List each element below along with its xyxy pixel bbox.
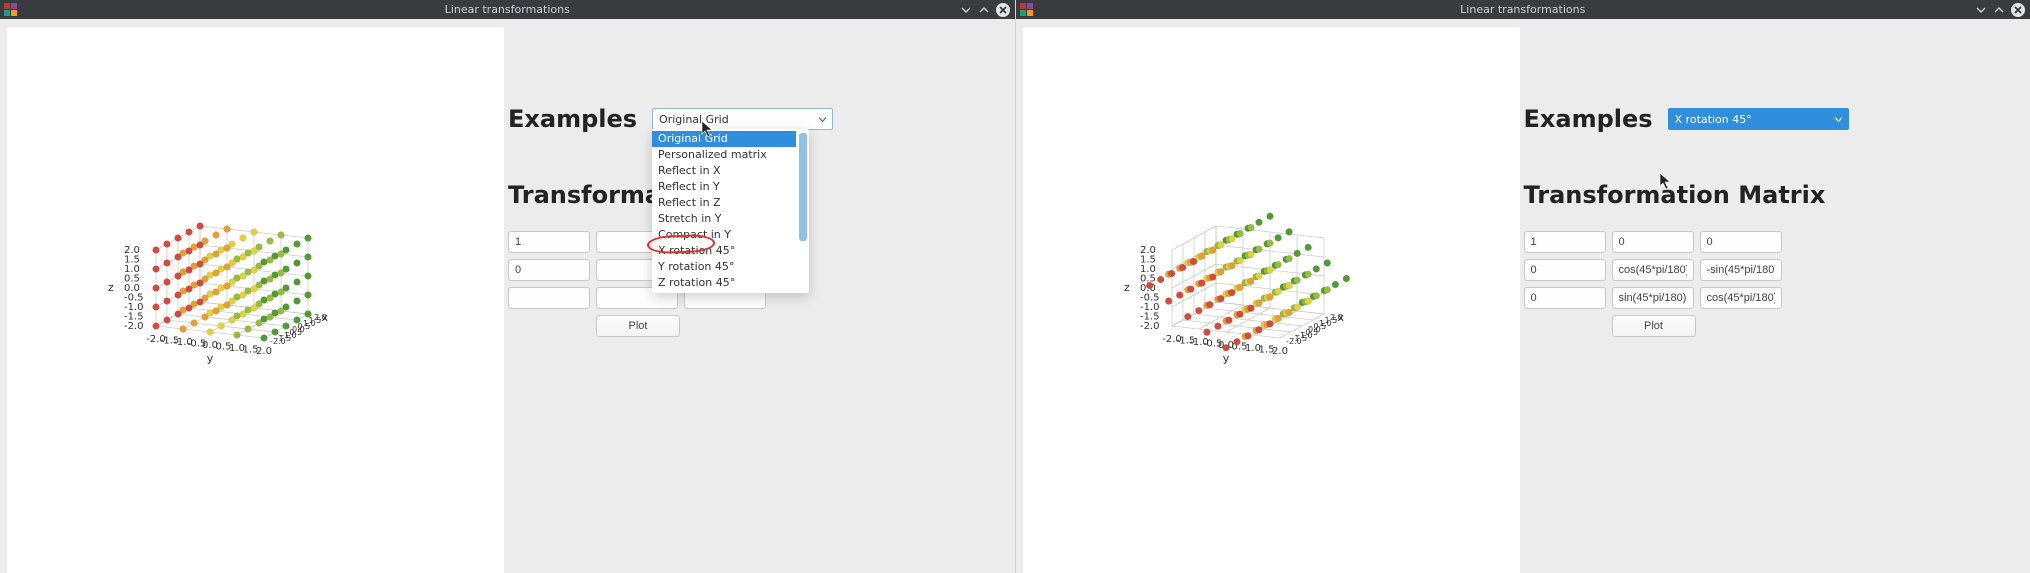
svg-text:2.0: 2.0 (1272, 346, 1288, 357)
plot-3d-rotated: 2.01.51.00.50.0-0.5-1.0-1.5-2.0z-2.0-1.5… (1103, 147, 1423, 417)
svg-text:-2.0: -2.0 (124, 321, 144, 332)
dropdown-item[interactable]: Y rotation 45° (652, 259, 796, 275)
titlebar-right: Linear transformations (1016, 0, 2030, 19)
plot-pane-right: 2.01.51.00.50.0-0.5-1.0-1.5-2.0z-2.0-1.5… (1023, 27, 1520, 573)
window-title: Linear transformations (1016, 3, 2030, 16)
chevron-down-icon (818, 113, 827, 126)
matrix-cell-2-0[interactable] (508, 287, 590, 309)
plot-pane-left: 2.01.51.00.50.0-0.5-1.0-1.5-2.0z-2.0-1.5… (7, 27, 504, 573)
matrix-cell-1-1[interactable] (1612, 259, 1694, 281)
matrix-cell-0-0[interactable] (508, 231, 590, 253)
examples-dropdown: Original GridPersonalized matrixReflect … (652, 129, 809, 293)
dropdown-scrollbar[interactable] (799, 133, 807, 241)
svg-text:z: z (108, 281, 114, 294)
matrix-cell-0-2[interactable] (1700, 231, 1782, 253)
minimize-button[interactable] (960, 4, 972, 16)
examples-label: Examples (508, 105, 637, 133)
svg-text:x: x (322, 311, 329, 324)
examples-combobox[interactable]: Original Grid (652, 108, 833, 130)
dropdown-item[interactable]: X rotation 45° (652, 243, 796, 259)
titlebar-left: Linear transformations (0, 0, 1015, 19)
dropdown-item[interactable]: Original Grid (652, 131, 796, 147)
examples-combobox[interactable]: X rotation 45° (1668, 108, 1849, 130)
svg-text:2.0: 2.0 (256, 346, 272, 357)
close-button[interactable] (996, 3, 1010, 17)
plot-button[interactable]: Plot (596, 315, 680, 337)
matrix-cell-1-2[interactable] (1700, 259, 1782, 281)
combobox-value: X rotation 45° (1675, 113, 1752, 126)
svg-text:-2.0: -2.0 (1140, 321, 1160, 332)
window-title: Linear transformations (0, 3, 1015, 16)
matrix-cell-2-2[interactable] (1700, 287, 1782, 309)
matrix-cell-0-0[interactable] (1524, 231, 1606, 253)
maximize-button[interactable] (978, 4, 990, 16)
svg-text:z: z (1124, 281, 1130, 294)
plot-button[interactable]: Plot (1612, 315, 1696, 337)
matrix-cell-2-1[interactable] (1612, 287, 1694, 309)
app-icon (1020, 3, 1034, 17)
dropdown-item[interactable]: Reflect in X (652, 163, 796, 179)
app-icon (4, 3, 18, 17)
matrix-label: Transformation Matrix (1524, 181, 2023, 209)
examples-label: Examples (1524, 105, 1653, 133)
combobox-value: Original Grid (659, 113, 729, 126)
svg-text:x: x (1337, 311, 1344, 324)
close-button[interactable] (2011, 3, 2025, 17)
matrix-cell-1-0[interactable] (1524, 259, 1606, 281)
dropdown-item[interactable]: Z rotation 45° (652, 275, 796, 291)
svg-text:y: y (1222, 352, 1229, 365)
plot-3d-original: 2.01.51.00.50.0-0.5-1.0-1.5-2.0z-2.0-1.5… (87, 147, 407, 417)
matrix-cell-1-0[interactable] (508, 259, 590, 281)
svg-text:y: y (207, 352, 214, 365)
dropdown-item[interactable]: Personalized matrix (652, 147, 796, 163)
maximize-button[interactable] (1993, 4, 2005, 16)
chevron-down-icon (1834, 113, 1843, 126)
minimize-button[interactable] (1975, 4, 1987, 16)
matrix-cell-0-1[interactable] (1612, 231, 1694, 253)
dropdown-item[interactable]: Compact in Y (652, 227, 796, 243)
dropdown-item[interactable]: Reflect in Y (652, 179, 796, 195)
dropdown-item[interactable]: Reflect in Z (652, 195, 796, 211)
matrix-cell-2-0[interactable] (1524, 287, 1606, 309)
matrix-grid (1524, 231, 2023, 309)
dropdown-item[interactable]: Stretch in Y (652, 211, 796, 227)
